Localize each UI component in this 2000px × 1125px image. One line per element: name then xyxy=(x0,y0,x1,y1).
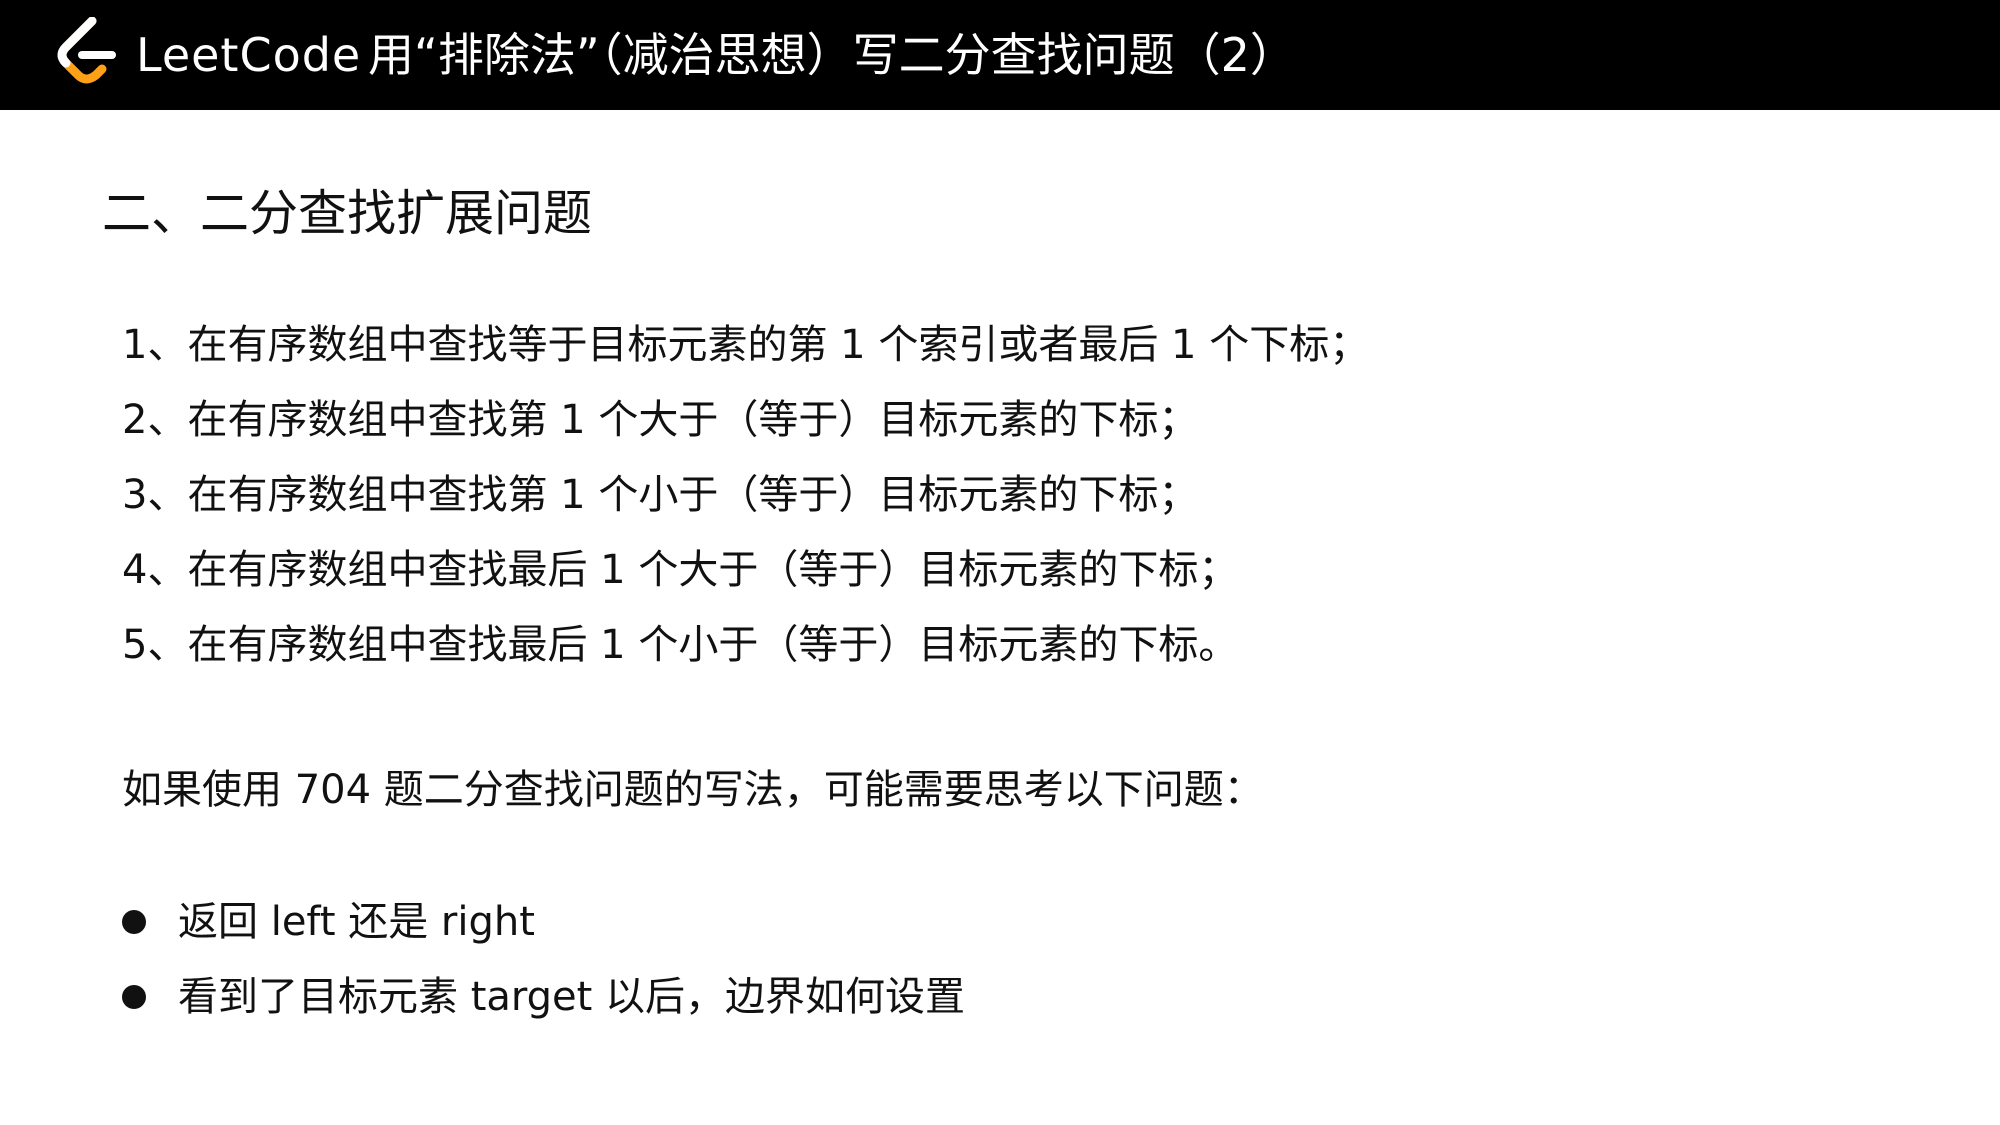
list-item: 3、在有序数组中查找第 1 个小于（等于）目标元素的下标； xyxy=(122,472,1199,518)
list-item: 1、在有序数组中查找等于目标元素的第 1 个索引或者最后 1 个下标； xyxy=(122,322,1370,368)
brand-name: LeetCode xyxy=(136,28,362,82)
list-item: 4、在有序数组中查找最后 1 个大于（等于）目标元素的下标； xyxy=(122,547,1239,593)
header-bar: LeetCode 用“排除法”（减治思想）写二分查找问题（2） xyxy=(0,0,2000,110)
leetcode-logo-icon xyxy=(57,17,116,84)
list-item: 5、在有序数组中查找最后 1 个小于（等于）目标元素的下标。 xyxy=(122,622,1239,668)
bullet-list: 返回 left 还是 right 看到了目标元素 target 以后，边界如何设… xyxy=(122,884,965,1034)
section-title: 二、二分查找扩展问题 xyxy=(102,185,593,242)
bullet-text: 返回 left 还是 right xyxy=(178,898,535,945)
bullet-text: 看到了目标元素 target 以后，边界如何设置 xyxy=(178,973,966,1020)
bullet-dot-icon xyxy=(122,984,146,1009)
bullet-item: 看到了目标元素 target 以后，边界如何设置 xyxy=(122,959,965,1034)
bullet-dot-icon xyxy=(122,909,146,934)
bullet-item: 返回 left 还是 right xyxy=(122,884,965,959)
question-text: 如果使用 704 题二分查找问题的写法，可能需要思考以下问题： xyxy=(122,767,1264,813)
problem-list: 1、在有序数组中查找等于目标元素的第 1 个索引或者最后 1 个下标； 2、在有… xyxy=(122,317,1369,692)
list-item: 2、在有序数组中查找第 1 个大于（等于）目标元素的下标； xyxy=(122,397,1199,443)
page-title: 用“排除法”（减治思想）写二分查找问题（2） xyxy=(368,28,1296,82)
